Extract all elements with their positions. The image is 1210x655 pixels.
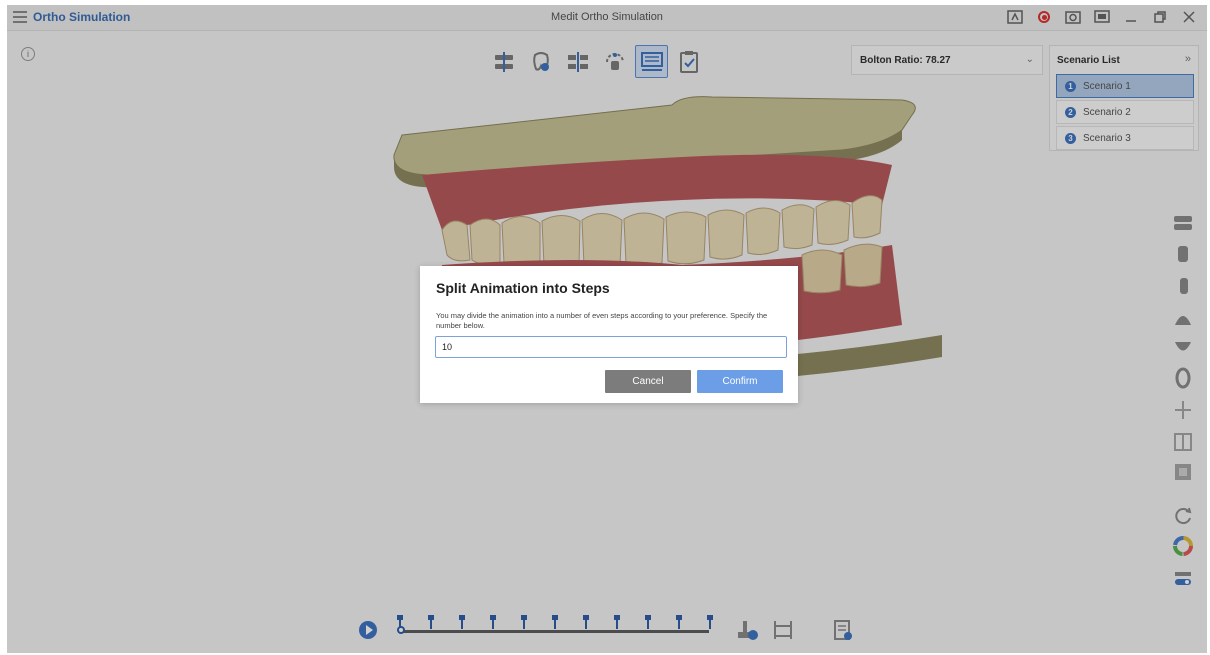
- dialog-title: Split Animation into Steps: [436, 280, 610, 296]
- confirm-button[interactable]: Confirm: [697, 370, 783, 393]
- dialog-description: You may divide the animation into a numb…: [436, 311, 768, 330]
- app-window: Ortho Simulation Medit Ortho Simulation: [7, 5, 1207, 653]
- cancel-button[interactable]: Cancel: [605, 370, 691, 393]
- steps-input[interactable]: [435, 336, 787, 358]
- split-animation-dialog: Split Animation into Steps You may divid…: [420, 266, 798, 403]
